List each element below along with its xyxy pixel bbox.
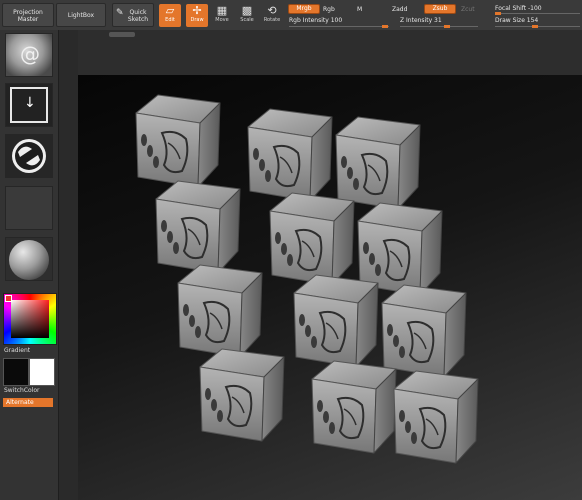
left-gutter	[58, 30, 78, 500]
scale-button[interactable]: ▩ Scale	[236, 4, 258, 27]
focal-shift-knob[interactable]	[495, 12, 501, 15]
focal-shift-track	[495, 13, 580, 14]
left-panel: @ ↓ Gradient SwitchColor Alternate	[0, 30, 59, 500]
die-aries	[177, 264, 263, 358]
brush-thumbnail[interactable]: @	[5, 33, 53, 77]
die-cancer	[381, 284, 467, 378]
die-taurus	[155, 180, 241, 274]
alpha-thumbnail[interactable]	[5, 134, 53, 178]
die-capricorn	[357, 202, 443, 296]
color-picker[interactable]	[3, 293, 57, 345]
primary-color-swatch[interactable]	[29, 358, 55, 386]
move-icon: ▦	[216, 4, 228, 17]
z-intensity-knob[interactable]	[444, 25, 450, 28]
quick-sketch-icon: ✎	[116, 8, 124, 18]
canvas-viewport[interactable]	[78, 75, 582, 500]
quick-sketch-label: Quick Sketch	[127, 9, 149, 23]
die-sagittarius	[247, 108, 333, 202]
z-intensity-track	[400, 26, 478, 27]
secondary-color-swatch[interactable]	[3, 358, 29, 386]
rotate-label: Rotate	[263, 17, 281, 23]
die-pisces	[199, 348, 285, 442]
scale-label: Scale	[240, 17, 254, 23]
draw-icon: ✢	[192, 4, 202, 17]
move-button[interactable]: ▦ Move	[211, 4, 233, 27]
material-sphere	[9, 240, 49, 280]
zadd-toggle[interactable]: Zadd	[392, 6, 407, 13]
material-thumbnail[interactable]	[5, 237, 53, 281]
focal-shift-slider[interactable]: Focal Shift -100	[495, 5, 542, 12]
mrgb-toggle[interactable]: Mrgb	[288, 4, 320, 14]
die-scorpio	[269, 192, 355, 286]
gradient-label: Gradient	[4, 347, 31, 354]
edit-icon: ▱	[165, 4, 175, 17]
draw-size-slider[interactable]: Draw Size 154	[495, 17, 538, 24]
zcut-toggle[interactable]: Zcut	[461, 6, 475, 13]
quick-sketch-button[interactable]: ✎ Quick Sketch	[112, 3, 154, 27]
swirl-icon: @	[20, 42, 40, 66]
draw-size-knob[interactable]	[532, 25, 538, 28]
draw-label: Draw	[190, 17, 204, 23]
z-intensity-slider[interactable]: Z Intensity 31	[400, 17, 442, 24]
canvas-scrollbar[interactable]	[109, 32, 135, 37]
stroke-box: ↓	[10, 87, 48, 123]
rgb-intensity-track	[289, 26, 389, 27]
pisces-alpha-icon	[12, 139, 46, 173]
lightbox-button[interactable]: LightBox	[56, 3, 106, 27]
rotate-icon: ⟲	[267, 4, 277, 17]
zodiac-dice-render	[135, 94, 479, 464]
rgb-toggle[interactable]: Rgb	[323, 6, 335, 13]
saturation-square[interactable]	[11, 300, 49, 338]
zsub-toggle[interactable]: Zsub	[424, 4, 456, 14]
rgb-intensity-knob[interactable]	[382, 25, 388, 28]
move-label: Move	[215, 17, 229, 23]
scale-icon: ▩	[241, 4, 253, 17]
top-toolbar: Projection Master LightBox ✎ Quick Sketc…	[0, 0, 582, 31]
stroke-thumbnail[interactable]: ↓	[5, 83, 53, 127]
texture-thumbnail[interactable]	[5, 186, 53, 230]
hue-marker[interactable]	[5, 295, 12, 302]
alternate-button[interactable]: Alternate	[3, 398, 53, 407]
projection-master-button[interactable]: Projection Master	[2, 3, 54, 27]
rotate-button[interactable]: ⟲ Rotate	[261, 4, 283, 27]
draw-button[interactable]: ✢ Draw	[186, 4, 208, 27]
edit-label: Edit	[165, 17, 175, 23]
die-leo	[393, 370, 479, 464]
edit-button[interactable]: ▱ Edit	[159, 4, 181, 27]
arrow-down-icon: ↓	[24, 95, 36, 111]
die-virgo	[311, 360, 397, 454]
die-virgo-top	[335, 116, 421, 210]
switch-color-button[interactable]: SwitchColor	[4, 387, 40, 394]
rgb-intensity-slider[interactable]: Rgb Intensity 100	[289, 17, 342, 24]
die-aquarius	[135, 94, 221, 188]
m-toggle[interactable]: M	[357, 6, 362, 13]
die-libra	[293, 274, 379, 368]
canvas-top-strip	[78, 30, 582, 75]
